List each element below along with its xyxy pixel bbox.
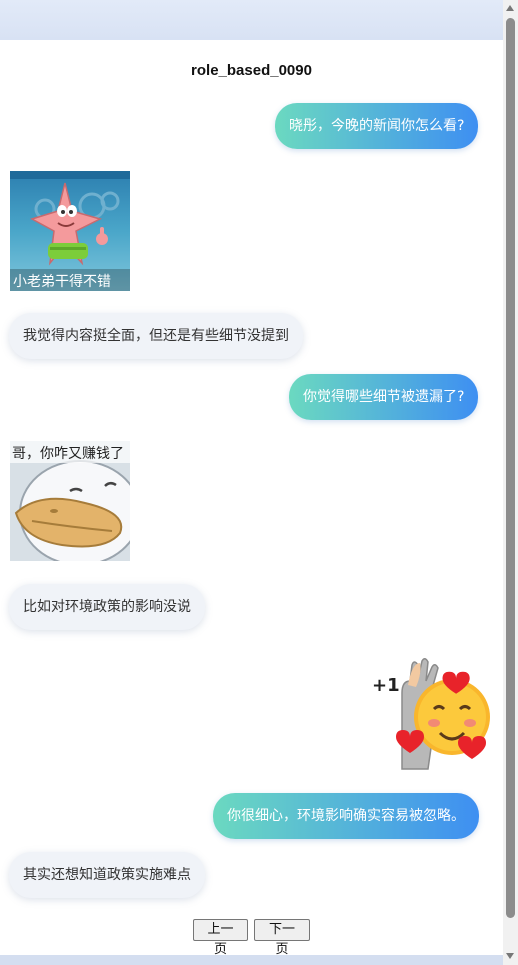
message-bubble-incoming: 比如对环境政策的影响没说 <box>9 584 205 630</box>
sticker-caption: 哥，你咋又赚钱了 <box>12 446 124 462</box>
message-bubble-outgoing: 你觉得哪些细节被遗漏了? <box>289 374 479 420</box>
scrollbar-thumb[interactable] <box>506 18 515 918</box>
window-bottom-band <box>0 955 518 965</box>
scroll-down-arrow-icon[interactable] <box>506 953 514 959</box>
window-top-band <box>0 0 518 40</box>
sticker-caption: +1 <box>372 675 400 696</box>
sticker-caption: 小老弟干得不错 <box>13 274 111 290</box>
patrick-sticker: 小老弟干得不错 <box>10 171 130 291</box>
prev-page-button[interactable]: 上一页 <box>193 919 248 957</box>
message-bubble-incoming: 我觉得内容挺全面，但还是有些细节没提到 <box>9 313 303 359</box>
message-bubble-outgoing: 晓彤，今晚的新闻你怎么看? <box>275 103 479 149</box>
smiling-face-hearts-icon <box>372 653 492 773</box>
smiling-face-sticker: +1 <box>372 653 492 773</box>
message-bubble-incoming: 其实还想知道政策实施难点 <box>9 852 205 898</box>
message-bubble-outgoing: 你很细心，环境影响确实容易被忽略。 <box>213 793 479 839</box>
duck-sticker: 哥，你咋又赚钱了 <box>10 441 130 561</box>
conversation-title: role_based_0090 <box>191 62 312 79</box>
next-page-button[interactable]: 下一页 <box>254 919 310 957</box>
scroll-up-arrow-icon[interactable] <box>506 5 514 11</box>
